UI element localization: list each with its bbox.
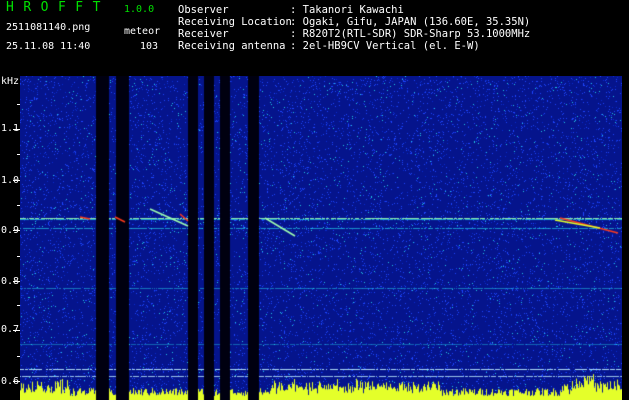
app-title: HROFFT — [6, 0, 110, 15]
observer-value: : Takanori Kawachi — [290, 4, 404, 16]
antenna-value: : 2el-HB9CV Vertical (el. E-W) — [290, 40, 480, 52]
detector-label: meteor — [124, 26, 161, 37]
y-axis-unit: kHz — [1, 76, 20, 87]
app-version: 1.0.0 — [124, 4, 155, 15]
header-panel: HROFFT 1.0.0 2511081140.png 25.11.08 11:… — [0, 0, 629, 76]
detector-count: 103 — [140, 41, 159, 52]
location-value: : Ogaki, Gifu, JAPAN (136.60E, 35.35N) — [290, 16, 531, 28]
spectrogram-waterfall — [20, 76, 622, 400]
receiver-label: Receiver — [178, 28, 229, 40]
file-name: 2511081140.png — [6, 22, 91, 33]
observer-label: Observer — [178, 4, 229, 16]
antenna-label: Receiving antenna — [178, 40, 286, 52]
receiver-value: : R820T2(RTL-SDR) SDR-Sharp 53.1000MHz — [290, 28, 531, 40]
y-axis: kHz 1.1 1.0 0.9 0.8 0.7 0.6 — [0, 76, 20, 400]
location-label: Receiving Location — [178, 16, 292, 28]
file-datetime: 25.11.08 11:40 — [6, 41, 91, 52]
